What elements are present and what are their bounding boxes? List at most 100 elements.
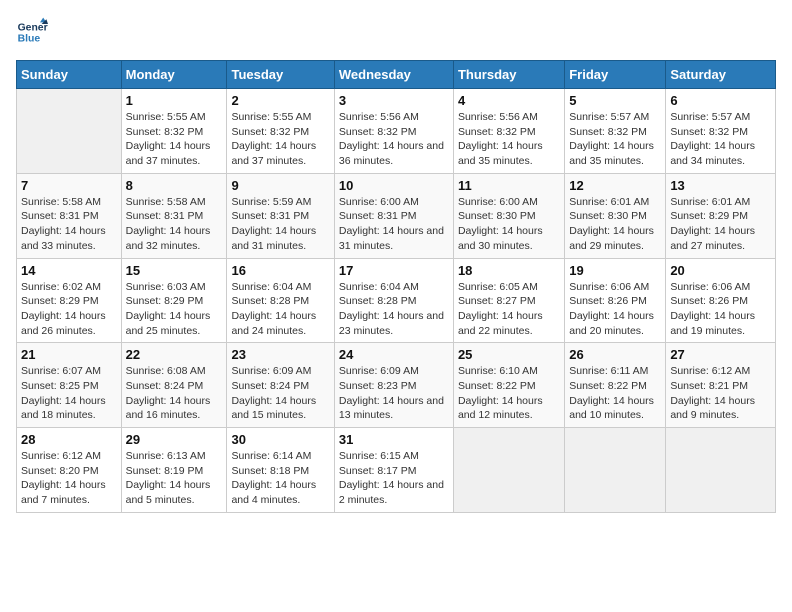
calendar-cell <box>666 428 776 513</box>
day-number: 22 <box>126 347 223 362</box>
day-info: Sunrise: 6:02 AM Sunset: 8:29 PM Dayligh… <box>21 280 117 339</box>
calendar-cell: 17 Sunrise: 6:04 AM Sunset: 8:28 PM Dayli… <box>334 258 453 343</box>
day-info: Sunrise: 6:04 AM Sunset: 8:28 PM Dayligh… <box>339 280 449 339</box>
day-info: Sunrise: 6:05 AM Sunset: 8:27 PM Dayligh… <box>458 280 560 339</box>
calendar-cell <box>453 428 564 513</box>
day-info: Sunrise: 6:06 AM Sunset: 8:26 PM Dayligh… <box>670 280 771 339</box>
calendar-cell: 2 Sunrise: 5:55 AM Sunset: 8:32 PM Daylig… <box>227 89 334 174</box>
calendar-cell: 25 Sunrise: 6:10 AM Sunset: 8:22 PM Dayli… <box>453 343 564 428</box>
day-info: Sunrise: 5:59 AM Sunset: 8:31 PM Dayligh… <box>231 195 329 254</box>
calendar-cell: 1Sunrise: 5:55 AM Sunset: 8:32 PM Daylig… <box>121 89 227 174</box>
day-info: Sunrise: 5:55 AM Sunset: 8:32 PM Dayligh… <box>126 110 223 169</box>
day-number: 3 <box>339 93 449 108</box>
calendar-cell: 18Sunrise: 6:05 AM Sunset: 8:27 PM Dayli… <box>453 258 564 343</box>
day-number: 31 <box>339 432 449 447</box>
day-number: 28 <box>21 432 117 447</box>
calendar-body: 1Sunrise: 5:55 AM Sunset: 8:32 PM Daylig… <box>17 89 776 513</box>
day-number: 2 <box>231 93 329 108</box>
calendar-cell: 9 Sunrise: 5:59 AM Sunset: 8:31 PM Daylig… <box>227 173 334 258</box>
calendar-cell: 19Sunrise: 6:06 AM Sunset: 8:26 PM Dayli… <box>565 258 666 343</box>
calendar-cell: 23 Sunrise: 6:09 AM Sunset: 8:24 PM Dayli… <box>227 343 334 428</box>
calendar-cell: 7 Sunrise: 5:58 AM Sunset: 8:31 PM Daylig… <box>17 173 122 258</box>
day-info: Sunrise: 6:14 AM Sunset: 8:18 PM Dayligh… <box>231 449 329 508</box>
calendar-table: SundayMondayTuesdayWednesdayThursdayFrid… <box>16 60 776 513</box>
day-info: Sunrise: 6:09 AM Sunset: 8:24 PM Dayligh… <box>231 364 329 423</box>
day-info: Sunrise: 6:03 AM Sunset: 8:29 PM Dayligh… <box>126 280 223 339</box>
day-number: 25 <box>458 347 560 362</box>
day-info: Sunrise: 6:01 AM Sunset: 8:29 PM Dayligh… <box>670 195 771 254</box>
day-number: 20 <box>670 263 771 278</box>
calendar-cell: 4Sunrise: 5:56 AM Sunset: 8:32 PM Daylig… <box>453 89 564 174</box>
day-info: Sunrise: 6:00 AM Sunset: 8:31 PM Dayligh… <box>339 195 449 254</box>
day-info: Sunrise: 5:56 AM Sunset: 8:32 PM Dayligh… <box>458 110 560 169</box>
day-info: Sunrise: 6:09 AM Sunset: 8:23 PM Dayligh… <box>339 364 449 423</box>
day-number: 12 <box>569 178 661 193</box>
week-row-2: 7 Sunrise: 5:58 AM Sunset: 8:31 PM Daylig… <box>17 173 776 258</box>
day-number: 21 <box>21 347 117 362</box>
day-number: 13 <box>670 178 771 193</box>
day-header-tuesday: Tuesday <box>227 61 334 89</box>
calendar-cell: 22 Sunrise: 6:08 AM Sunset: 8:24 PM Dayli… <box>121 343 227 428</box>
day-number: 23 <box>231 347 329 362</box>
day-header-saturday: Saturday <box>666 61 776 89</box>
day-number: 15 <box>126 263 223 278</box>
day-number: 27 <box>670 347 771 362</box>
day-info: Sunrise: 6:10 AM Sunset: 8:22 PM Dayligh… <box>458 364 560 423</box>
day-number: 16 <box>231 263 329 278</box>
day-info: Sunrise: 6:15 AM Sunset: 8:17 PM Dayligh… <box>339 449 449 508</box>
logo-icon: General Blue <box>16 16 48 48</box>
calendar-cell: 13 Sunrise: 6:01 AM Sunset: 8:29 PM Dayli… <box>666 173 776 258</box>
day-header-monday: Monday <box>121 61 227 89</box>
week-row-1: 1Sunrise: 5:55 AM Sunset: 8:32 PM Daylig… <box>17 89 776 174</box>
calendar-cell <box>565 428 666 513</box>
day-number: 17 <box>339 263 449 278</box>
day-number: 30 <box>231 432 329 447</box>
calendar-cell: 28 Sunrise: 6:12 AM Sunset: 8:20 PM Dayli… <box>17 428 122 513</box>
calendar-cell <box>17 89 122 174</box>
calendar-cell: 20 Sunrise: 6:06 AM Sunset: 8:26 PM Dayli… <box>666 258 776 343</box>
calendar-cell: 30 Sunrise: 6:14 AM Sunset: 8:18 PM Dayli… <box>227 428 334 513</box>
day-info: Sunrise: 6:01 AM Sunset: 8:30 PM Dayligh… <box>569 195 661 254</box>
day-info: Sunrise: 5:57 AM Sunset: 8:32 PM Dayligh… <box>569 110 661 169</box>
calendar-cell: 10 Sunrise: 6:00 AM Sunset: 8:31 PM Dayli… <box>334 173 453 258</box>
day-number: 19 <box>569 263 661 278</box>
day-info: Sunrise: 5:56 AM Sunset: 8:32 PM Dayligh… <box>339 110 449 169</box>
day-number: 6 <box>670 93 771 108</box>
day-number: 9 <box>231 178 329 193</box>
day-info: Sunrise: 5:58 AM Sunset: 8:31 PM Dayligh… <box>21 195 117 254</box>
day-number: 11 <box>458 178 560 193</box>
day-number: 10 <box>339 178 449 193</box>
day-number: 24 <box>339 347 449 362</box>
calendar-cell: 3 Sunrise: 5:56 AM Sunset: 8:32 PM Daylig… <box>334 89 453 174</box>
calendar-cell: 6Sunrise: 5:57 AM Sunset: 8:32 PM Daylig… <box>666 89 776 174</box>
day-header-wednesday: Wednesday <box>334 61 453 89</box>
day-number: 7 <box>21 178 117 193</box>
logo: General Blue <box>16 16 52 48</box>
calendar-cell: 21 Sunrise: 6:07 AM Sunset: 8:25 PM Dayli… <box>17 343 122 428</box>
day-header-thursday: Thursday <box>453 61 564 89</box>
day-info: Sunrise: 5:55 AM Sunset: 8:32 PM Dayligh… <box>231 110 329 169</box>
calendar-cell: 11Sunrise: 6:00 AM Sunset: 8:30 PM Dayli… <box>453 173 564 258</box>
week-row-5: 28 Sunrise: 6:12 AM Sunset: 8:20 PM Dayli… <box>17 428 776 513</box>
calendar-cell: 15 Sunrise: 6:03 AM Sunset: 8:29 PM Dayli… <box>121 258 227 343</box>
day-info: Sunrise: 6:08 AM Sunset: 8:24 PM Dayligh… <box>126 364 223 423</box>
day-info: Sunrise: 6:12 AM Sunset: 8:21 PM Dayligh… <box>670 364 771 423</box>
day-number: 8 <box>126 178 223 193</box>
svg-text:Blue: Blue <box>18 34 41 45</box>
day-info: Sunrise: 6:04 AM Sunset: 8:28 PM Dayligh… <box>231 280 329 339</box>
day-info: Sunrise: 6:13 AM Sunset: 8:19 PM Dayligh… <box>126 449 223 508</box>
calendar-cell: 12 Sunrise: 6:01 AM Sunset: 8:30 PM Dayli… <box>565 173 666 258</box>
svg-text:General: General <box>18 22 48 33</box>
calendar-cell: 5Sunrise: 5:57 AM Sunset: 8:32 PM Daylig… <box>565 89 666 174</box>
day-number: 26 <box>569 347 661 362</box>
week-row-4: 21 Sunrise: 6:07 AM Sunset: 8:25 PM Dayli… <box>17 343 776 428</box>
day-info: Sunrise: 5:58 AM Sunset: 8:31 PM Dayligh… <box>126 195 223 254</box>
calendar-cell: 16 Sunrise: 6:04 AM Sunset: 8:28 PM Dayli… <box>227 258 334 343</box>
day-header-sunday: Sunday <box>17 61 122 89</box>
day-info: Sunrise: 6:07 AM Sunset: 8:25 PM Dayligh… <box>21 364 117 423</box>
day-header-friday: Friday <box>565 61 666 89</box>
day-info: Sunrise: 6:12 AM Sunset: 8:20 PM Dayligh… <box>21 449 117 508</box>
day-number: 29 <box>126 432 223 447</box>
calendar-cell: 31 Sunrise: 6:15 AM Sunset: 8:17 PM Dayli… <box>334 428 453 513</box>
day-number: 14 <box>21 263 117 278</box>
